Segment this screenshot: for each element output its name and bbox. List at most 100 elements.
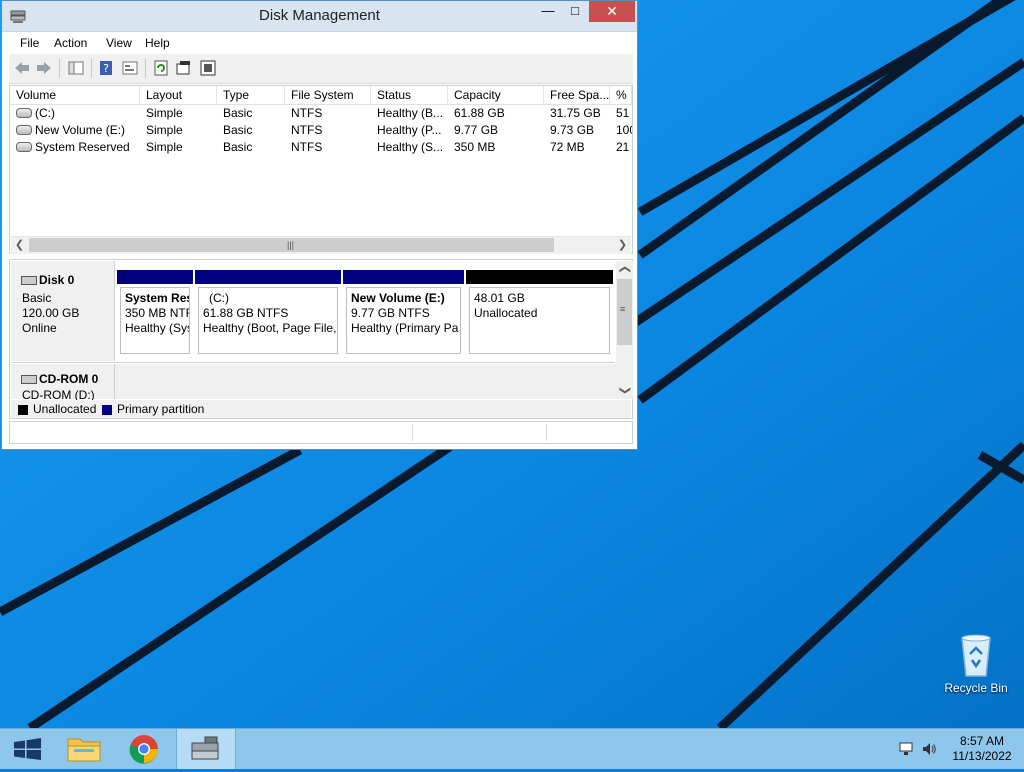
cell-file-system: NTFS [291,123,323,137]
recycle-bin-icon [961,634,991,677]
partition-system-reserved[interactable]: System Res 350 MB NTF Healthy (Sys [117,270,193,358]
help-icon[interactable]: ? [97,59,115,77]
start-button[interactable] [0,729,56,769]
partition-title: System Res [125,291,190,305]
start-icon [14,738,41,760]
volume-list[interactable]: Volume Layout Type File System Status Ca… [9,85,633,254]
cell-file-system: NTFS [291,140,323,154]
column-header-free-space[interactable]: Free Spa... [544,86,610,104]
legend: Unallocated Primary partition [11,400,631,418]
partition-c[interactable]: (C:) 61.88 GB NTFS Healthy (Boot, Page F… [195,270,341,358]
partition-bar [117,270,193,284]
file-explorer-icon [67,738,101,762]
rescan-icon[interactable] [175,59,193,77]
cell-capacity: 61.88 GB [454,106,505,120]
scroll-thumb[interactable]: ≡ [617,279,632,345]
recycle-bin-label: Recycle Bin [944,681,1008,695]
cell-free-space: 9.73 GB [550,123,595,137]
cell-type: Basic [223,140,253,154]
network-icon[interactable] [898,741,914,757]
chrome-button[interactable] [116,729,172,769]
cell-type: Basic [223,106,253,120]
volume-icon [16,141,32,152]
status-bar [9,421,633,444]
close-button[interactable]: ✕ [589,1,635,22]
disk-management-taskbar-button[interactable] [176,729,236,769]
cdrom-0-name: CD-ROM 0 [39,372,99,386]
partition-bar [343,270,464,284]
column-header-file-system[interactable]: File System [285,86,371,104]
cell-free-space: 72 MB [550,140,585,154]
table-row[interactable]: System Reserved Simple Basic NTFS Health… [10,139,632,156]
disk-0-type: Basic [22,291,52,305]
partition-status: Healthy (Boot, Page File, [203,321,337,335]
cdrom-icon [21,375,37,385]
refresh-icon[interactable] [152,59,170,77]
legend-label-unallocated: Unallocated [33,402,97,416]
cell-layout: Simple [146,106,183,120]
cdrom-0-area[interactable] [115,364,616,399]
menu-bar: File Action View Help [9,32,633,54]
grip-icon: ≡ [620,304,626,314]
column-header-type[interactable]: Type [217,86,285,104]
cell-status: Healthy (P... [377,123,442,137]
minimize-button[interactable]: — [535,1,561,22]
table-row[interactable]: New Volume (E:) Simple Basic NTFS Health… [10,122,632,139]
settings-icon[interactable] [199,59,217,77]
scroll-thumb[interactable]: ||| [29,238,554,252]
system-clock[interactable]: 8:57 AM 11/13/2022 [944,734,1020,764]
table-row[interactable]: (C:) Simple Basic NTFS Healthy (B... 61.… [10,105,632,122]
cell-volume: (C:) [35,106,55,120]
forward-arrow-icon[interactable] [35,59,53,77]
horizontal-scrollbar[interactable]: ❮ ||| ❯ [11,236,631,254]
partition-unallocated[interactable]: 48.01 GB Unallocated [466,270,613,358]
menu-help[interactable]: Help [145,36,170,50]
cell-status: Healthy (B... [377,106,444,120]
partition-e[interactable]: New Volume (E:) 9.77 GB NTFS Healthy (Pr… [343,270,464,358]
clock-date: 11/13/2022 [952,749,1012,763]
scroll-up-arrow-icon[interactable]: ❮ [616,261,633,278]
cell-percent-free: 100 [616,123,632,137]
column-header-status[interactable]: Status [371,86,448,104]
scroll-right-arrow-icon[interactable]: ❯ [614,237,631,254]
column-header-percent-free[interactable]: % F [610,86,632,104]
cell-percent-free: 51 [616,106,630,120]
console-tree-icon[interactable] [67,59,85,77]
partition-title: New Volume (E:) [351,291,445,305]
menu-action[interactable]: Action [54,36,87,50]
title-bar[interactable]: Disk Management — □ ✕ [2,1,637,32]
cell-layout: Simple [146,123,183,137]
partition-size: 9.77 GB NTFS [351,306,430,320]
volume-speaker-icon[interactable] [921,741,937,757]
menu-view[interactable]: View [106,36,132,50]
disk-management-window[interactable]: Disk Management — □ ✕ File Action View H… [1,0,638,450]
file-explorer-button[interactable] [56,729,112,769]
list-header: Volume Layout Type File System Status Ca… [10,86,632,105]
disk-icon [21,276,37,286]
disk-0-size: 120.00 GB [22,306,80,320]
back-arrow-icon[interactable] [13,59,31,77]
partition-size: 350 MB NTF [125,306,190,320]
disk-0-label[interactable]: Disk 0 Basic 120.00 GB Online [11,261,115,361]
cell-free-space: 31.75 GB [550,106,601,120]
properties-icon[interactable] [121,59,139,77]
cell-type: Basic [223,123,253,137]
disk-management-icon [191,736,219,760]
cdrom-0-label[interactable]: CD-ROM 0 CD-ROM (D:) [11,364,115,402]
maximize-button[interactable]: □ [562,1,588,22]
column-header-volume[interactable]: Volume [10,86,140,104]
legend-label-primary: Primary partition [117,402,205,416]
scroll-down-arrow-icon[interactable]: ❯ [616,382,633,399]
legend-swatch-primary [102,405,112,415]
column-header-layout[interactable]: Layout [140,86,217,104]
recycle-bin[interactable]: Recycle Bin [940,630,1012,695]
scroll-left-arrow-icon[interactable]: ❮ [11,237,28,254]
disk-0-name: Disk 0 [39,273,75,287]
column-header-capacity[interactable]: Capacity [448,86,544,104]
chrome-icon [129,735,158,764]
menu-file[interactable]: File [20,36,39,50]
disk-graphical-view[interactable]: Disk 0 Basic 120.00 GB Online System Res… [9,259,633,419]
vertical-scrollbar[interactable]: ❮ ≡ ❯ [616,261,633,399]
cell-file-system: NTFS [291,106,323,120]
cell-capacity: 350 MB [454,140,496,154]
